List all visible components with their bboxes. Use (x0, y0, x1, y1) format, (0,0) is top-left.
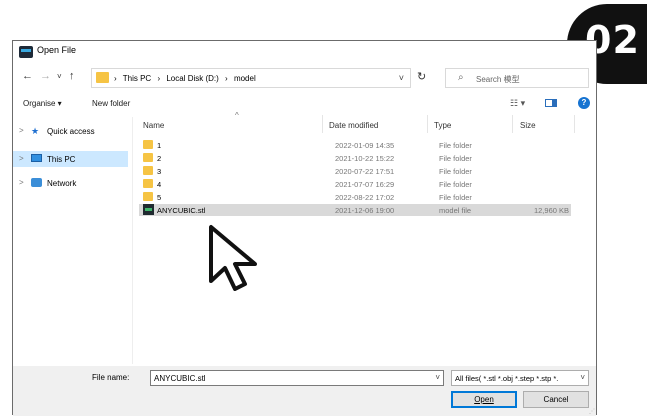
new-folder-button[interactable]: New folder (92, 99, 130, 108)
chevron-down-icon[interactable]: ˅ (435, 373, 440, 382)
recent-locations-icon[interactable]: ˅ (57, 72, 62, 81)
file-name-input[interactable]: ANYCUBIC.stl ˅ (150, 370, 444, 386)
view-options-icon[interactable]: ☷ ▾ (510, 98, 525, 109)
file-list: ^ Name Date modified Type Size 1 2022-01… (133, 111, 598, 367)
up-arrow-icon[interactable]: ↑ (69, 70, 75, 82)
network-icon (31, 178, 42, 189)
file-type: File folder (439, 193, 472, 202)
file-name: 2 (157, 154, 162, 163)
organise-button[interactable]: Organise ▾ (23, 99, 62, 108)
column-header-size[interactable]: Size (520, 121, 536, 130)
sidebar-item-label: Network (47, 179, 77, 188)
open-button[interactable]: Open (451, 391, 517, 408)
sidebar-item-quick-access[interactable]: > ★ Quick access (13, 123, 128, 139)
sidebar-item-network[interactable]: > Network (13, 175, 128, 191)
window-title: Open File (37, 45, 77, 55)
file-date: 2021-12-06 19:00 (335, 206, 395, 215)
file-date: 2020-07-22 17:51 (335, 167, 395, 176)
list-item[interactable]: 3 2020-07-22 17:51 File folder (139, 165, 571, 177)
chevron-down-icon[interactable]: ˅ (580, 373, 585, 382)
column-header-name[interactable]: Name (143, 121, 164, 130)
sidebar-item-this-pc[interactable]: > This PC (13, 151, 128, 167)
file-date: 2022-01-09 14:35 (335, 141, 395, 150)
folder-icon (143, 166, 153, 175)
pointer-cursor-icon (209, 225, 257, 291)
resize-grip-icon[interactable]: ⋰ (589, 408, 595, 415)
list-item[interactable]: 1 2022-01-09 14:35 File folder (139, 139, 571, 151)
breadcrumb-model[interactable]: model (234, 74, 256, 83)
navigation-bar: ← → ˅ ↑ › This PC › Local Disk (D:) › mo… (13, 65, 596, 91)
breadcrumb-separator: › (225, 74, 228, 83)
list-item[interactable]: 2 2021-10-22 15:22 File folder (139, 152, 571, 164)
search-placeholder: Search 模型 (476, 75, 520, 84)
file-name: ANYCUBIC.stl (157, 206, 206, 215)
command-bar: Organise ▾ New folder ☷ ▾ ? (13, 93, 596, 113)
file-name: 3 (157, 167, 162, 176)
file-name-label: File name: (92, 373, 130, 382)
file-size: 12,960 KB (533, 206, 569, 215)
file-name: 1 (157, 141, 162, 150)
breadcrumb: › This PC › Local Disk (D:) › model (114, 74, 260, 83)
refresh-icon[interactable]: ↻ (417, 70, 426, 83)
list-item-selected[interactable]: ANYCUBIC.stl 2021-12-06 19:00 model file… (139, 204, 571, 216)
open-button-label: Open (474, 395, 494, 404)
sidebar-item-label: This PC (47, 155, 76, 164)
file-type: File folder (439, 180, 472, 189)
help-icon[interactable]: ? (578, 97, 590, 109)
back-arrow-icon[interactable]: ← (22, 70, 33, 82)
search-icon: ⌕ (458, 72, 464, 83)
file-type-select[interactable]: All files( *.stl *.obj *.step *.stp *. ˅ (451, 370, 589, 386)
file-name: 5 (157, 193, 162, 202)
folder-icon (143, 140, 153, 149)
file-type: model file (439, 206, 472, 215)
forward-arrow-icon[interactable]: → (40, 70, 51, 82)
breadcrumb-local-disk[interactable]: Local Disk (D:) (166, 74, 218, 83)
file-date: 2022-08-22 17:02 (335, 193, 395, 202)
breadcrumb-separator: › (114, 74, 117, 83)
column-divider[interactable] (512, 115, 513, 133)
title-bar: Open File (13, 41, 596, 63)
chevron-right-icon[interactable]: > (19, 126, 24, 135)
chevron-down-icon[interactable]: ˅ (399, 73, 404, 83)
file-type: File folder (439, 154, 472, 163)
column-divider[interactable] (322, 115, 323, 133)
chevron-right-icon[interactable]: > (19, 178, 24, 187)
column-divider[interactable] (427, 115, 428, 133)
folder-icon (143, 179, 153, 188)
column-header-type[interactable]: Type (434, 121, 451, 130)
breadcrumb-this-pc[interactable]: This PC (123, 74, 151, 83)
file-date: 2021-07-07 16:29 (335, 180, 395, 189)
computer-icon (31, 154, 42, 164)
breadcrumb-separator: › (157, 74, 161, 83)
search-input[interactable]: ⌕ Search 模型 (445, 68, 589, 88)
navigation-pane: > ★ Quick access > This PC > Network (13, 117, 128, 364)
column-divider[interactable] (574, 115, 575, 133)
folder-icon (96, 72, 109, 83)
file-name-value: ANYCUBIC.stl (154, 374, 206, 383)
stl-file-icon (143, 204, 154, 215)
list-item[interactable]: 4 2021-07-07 16:29 File folder (139, 178, 571, 190)
preview-pane-icon[interactable] (545, 99, 557, 107)
cancel-button[interactable]: Cancel (523, 391, 589, 408)
file-name: 4 (157, 180, 162, 189)
file-type: File folder (439, 167, 472, 176)
file-date: 2021-10-22 15:22 (335, 154, 395, 163)
address-bar[interactable]: › This PC › Local Disk (D:) › model ˅ (91, 68, 411, 88)
sort-ascending-icon: ^ (235, 111, 239, 120)
dialog-footer: File name: ANYCUBIC.stl ˅ All files( *.s… (13, 366, 596, 416)
sidebar-item-label: Quick access (47, 127, 95, 136)
file-type: File folder (439, 141, 472, 150)
star-icon: ★ (31, 126, 40, 136)
column-header-date[interactable]: Date modified (329, 121, 378, 130)
file-type-value: All files( *.stl *.obj *.step *.stp *. (455, 374, 559, 383)
folder-icon (143, 192, 153, 201)
app-icon (19, 46, 33, 58)
folder-icon (143, 153, 153, 162)
list-item[interactable]: 5 2022-08-22 17:02 File folder (139, 191, 571, 203)
chevron-right-icon[interactable]: > (19, 154, 24, 163)
open-file-dialog: Open File ← → ˅ ↑ › This PC › Local Disk… (12, 40, 598, 416)
